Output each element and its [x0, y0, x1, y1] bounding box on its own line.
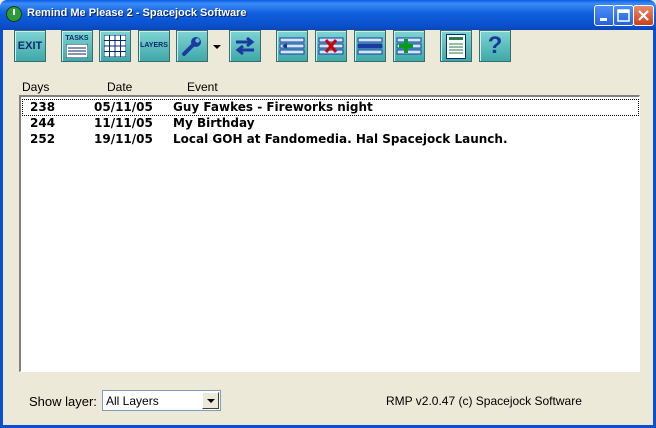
tools-button[interactable]	[176, 30, 208, 62]
list-item[interactable]: 244 11/11/05 My Birthday	[23, 116, 638, 131]
date-cell: 05/11/05	[94, 100, 153, 114]
exit-label: EXIT	[17, 40, 43, 52]
layers-button[interactable]: LAYERS	[138, 30, 170, 62]
minimize-icon	[600, 18, 607, 21]
swap-button[interactable]	[229, 30, 261, 62]
event-cell: Local GOH at Fandomedia. Hal Spacejock L…	[173, 132, 508, 146]
help-label: ?	[487, 32, 503, 59]
event-cell: Guy Fawkes - Fireworks night	[173, 100, 373, 114]
layer-select[interactable]: All Layers	[102, 390, 221, 411]
calendar-button[interactable]	[99, 30, 131, 62]
insert-entry-icon	[357, 37, 383, 55]
tasks-label: TASKS	[65, 35, 89, 42]
layers-label: LAYERS	[140, 42, 168, 49]
layer-select-value: All Layers	[106, 394, 159, 408]
chevron-down-icon[interactable]	[202, 392, 219, 409]
list-item[interactable]: 238 05/11/05 Guy Fawkes - Fireworks nigh…	[22, 99, 639, 116]
date-cell: 19/11/05	[94, 132, 153, 146]
list-item[interactable]: 252 19/11/05 Local GOH at Fandomedia. Ha…	[23, 132, 638, 147]
document-icon	[446, 34, 466, 59]
days-cell: 238	[30, 100, 56, 114]
edit-entry-button[interactable]	[276, 30, 308, 62]
app-window: Remind Me Please 2 - Spacejock Software …	[0, 0, 656, 428]
delete-entry-icon	[318, 37, 344, 55]
column-header-event[interactable]: Event	[187, 80, 218, 94]
tasks-button[interactable]: TASKS	[61, 30, 93, 62]
calendar-grid-icon	[104, 35, 126, 57]
version-text: RMP v2.0.47 (c) Spacejock Software	[386, 394, 582, 408]
close-button[interactable]	[633, 5, 654, 26]
event-cell: My Birthday	[173, 116, 255, 130]
delete-entry-button[interactable]	[315, 30, 347, 62]
notes-button[interactable]	[440, 30, 472, 62]
days-cell: 244	[30, 116, 56, 130]
wrench-icon	[182, 37, 201, 56]
title-bar[interactable]: Remind Me Please 2 - Spacejock Software	[0, 0, 656, 30]
maximize-button[interactable]	[613, 5, 634, 26]
exit-button[interactable]: EXIT	[14, 30, 46, 62]
window-border-left	[0, 30, 3, 428]
maximize-icon	[617, 9, 630, 22]
days-cell: 252	[30, 132, 56, 146]
tools-dropdown-icon[interactable]	[213, 45, 221, 49]
window-title: Remind Me Please 2 - Spacejock Software	[27, 7, 247, 19]
reminder-list[interactable]: 238 05/11/05 Guy Fawkes - Fireworks nigh…	[19, 95, 640, 372]
show-layer-label: Show layer:	[29, 394, 97, 409]
task-list-icon	[66, 44, 88, 58]
swap-arrows-icon	[235, 36, 255, 56]
add-entry-icon	[396, 37, 422, 55]
minimize-button[interactable]	[594, 5, 615, 26]
add-entry-button[interactable]	[393, 30, 425, 62]
insert-entry-button[interactable]	[354, 30, 386, 62]
help-button[interactable]: ?	[479, 30, 511, 62]
close-icon	[638, 10, 649, 21]
date-cell: 11/11/05	[94, 116, 153, 130]
edit-entry-icon	[279, 37, 305, 55]
clock-icon[interactable]	[6, 6, 22, 22]
column-header-days[interactable]: Days	[22, 80, 49, 94]
column-header-date[interactable]: Date	[107, 80, 132, 94]
